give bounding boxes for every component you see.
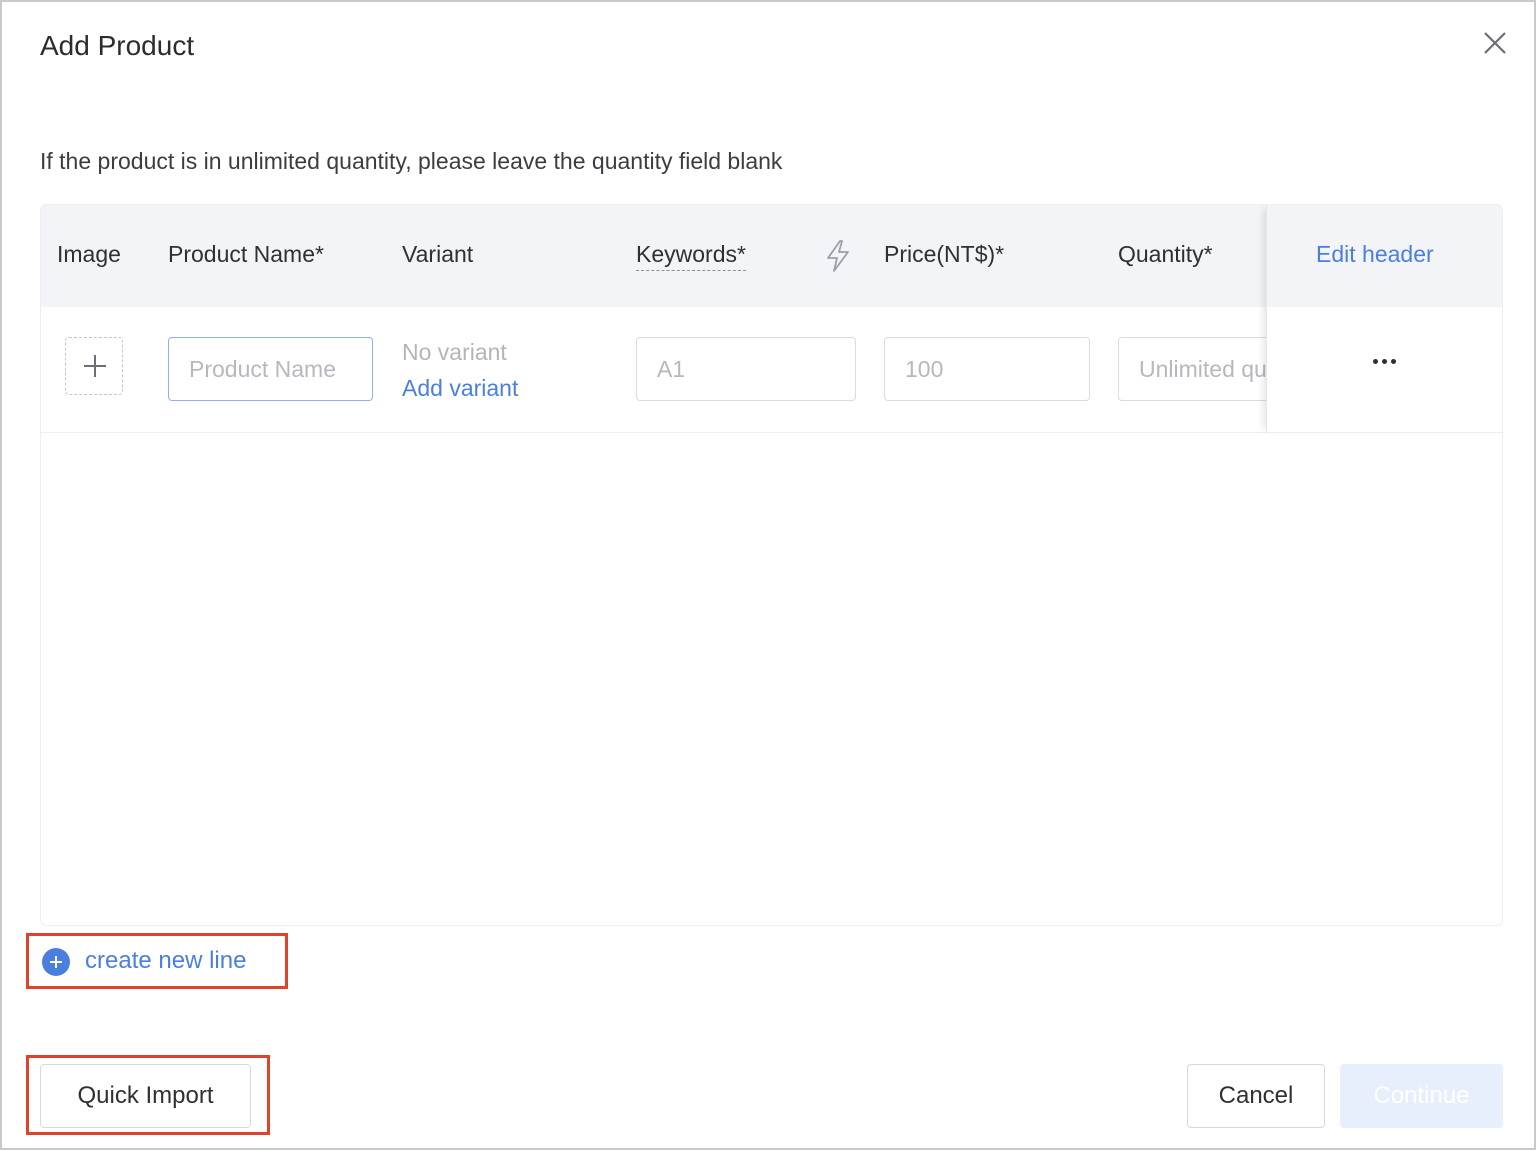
no-variant-text: No variant: [402, 339, 507, 365]
create-new-line-label: create new line: [85, 947, 247, 974]
dialog-title: Add Product: [40, 30, 195, 61]
add-variant-link[interactable]: Add variant: [402, 375, 518, 402]
create-new-line-button[interactable]: create new line: [26, 933, 288, 989]
fixed-column-cell: [1267, 307, 1502, 433]
header-variant: Variant: [402, 241, 474, 267]
header-keywords[interactable]: Keywords*: [636, 241, 746, 271]
plus-icon-stem: [94, 355, 96, 377]
cancel-button[interactable]: Cancel: [1187, 1064, 1325, 1128]
product-name-input[interactable]: [168, 337, 373, 401]
edit-header-link[interactable]: Edit header: [1316, 241, 1434, 268]
add-product-dialog: Add Product If the product is in unlimit…: [0, 0, 1536, 1150]
header-quantity: Quantity*: [1118, 241, 1213, 267]
fixed-action-column: [1266, 205, 1502, 433]
plus-circle-icon: [42, 948, 70, 976]
header-price: Price(NT$)*: [884, 241, 1005, 267]
header-product-name: Product Name*: [168, 241, 324, 267]
header-image: Image: [57, 241, 121, 267]
keywords-input[interactable]: [636, 337, 856, 401]
continue-button[interactable]: Continue: [1340, 1064, 1503, 1128]
more-horizontal-icon[interactable]: [1373, 353, 1403, 367]
image-upload-button[interactable]: [65, 337, 123, 395]
product-table: Image Product Name* Variant Keywords* Pr…: [40, 204, 1503, 926]
lightning-icon[interactable]: [823, 239, 853, 273]
price-input[interactable]: [884, 337, 1090, 401]
quick-import-button[interactable]: Quick Import: [40, 1064, 251, 1128]
quantity-notice: If the product is in unlimited quantity,…: [40, 148, 783, 174]
close-icon[interactable]: [1480, 28, 1510, 58]
